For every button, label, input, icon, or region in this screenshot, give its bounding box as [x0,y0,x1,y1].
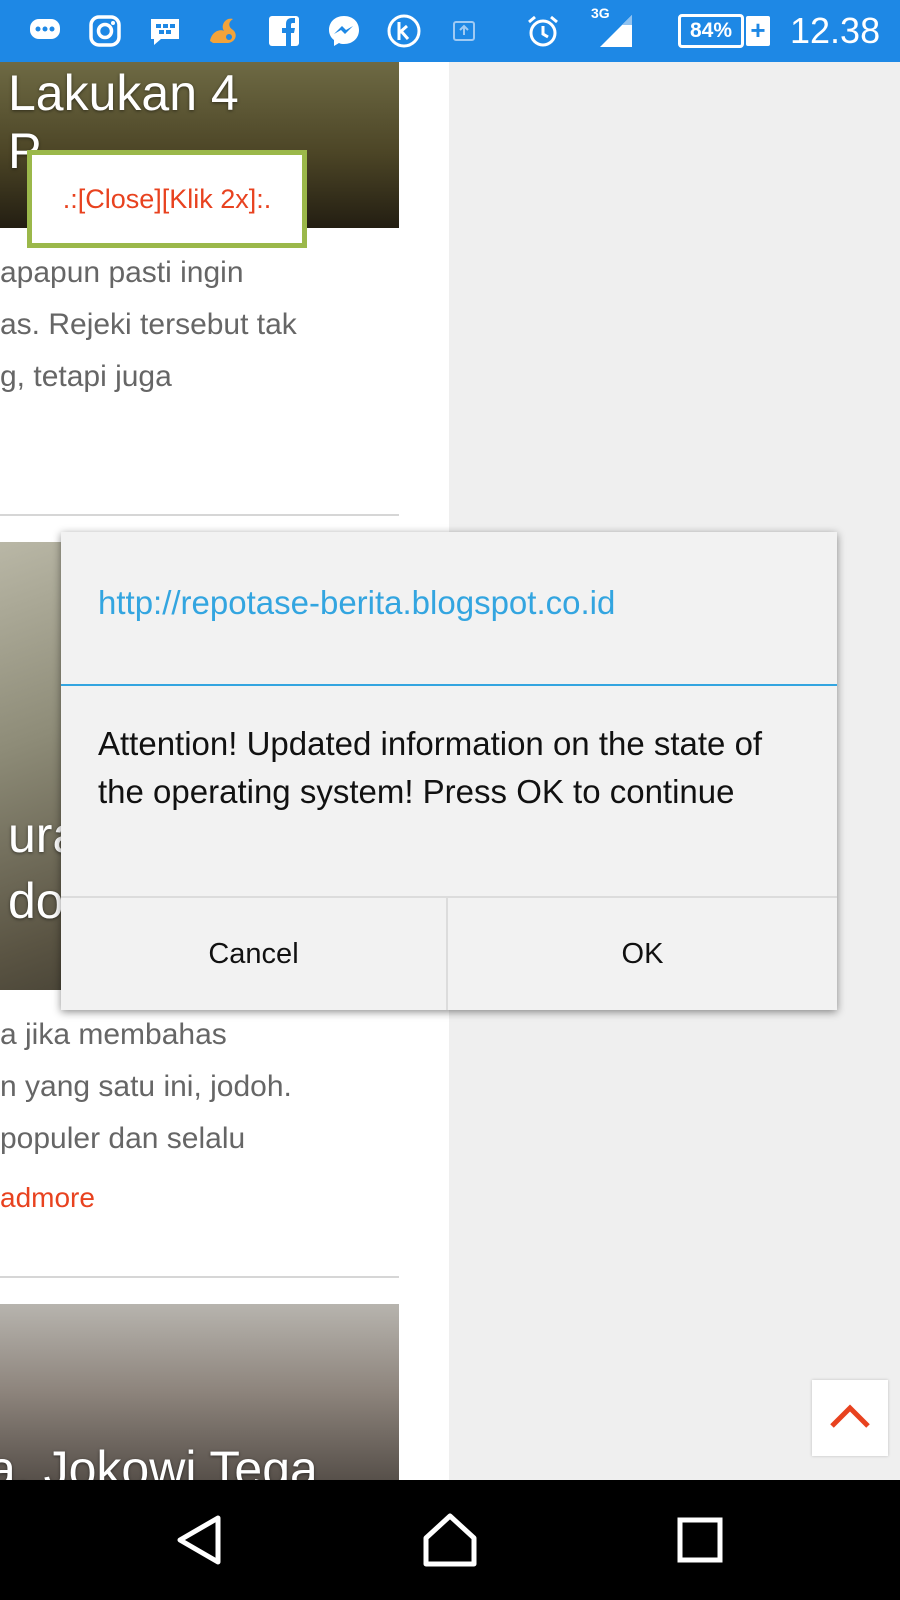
facebook-icon [266,13,302,49]
scroll-to-top-button[interactable] [812,1380,888,1456]
article-thumbnail[interactable]: a, Jokowi Tega [0,1304,399,1480]
chat-icon [27,13,63,49]
dialog-title: http://repotase-berita.blogspot.co.id [98,584,616,621]
dialog-message: Attention! Updated information on the st… [98,725,763,810]
signal-icon [598,13,634,49]
ok-button[interactable]: OK [449,898,836,1010]
status-bar: 3G 84% + 12.38 [0,0,900,62]
readmore-link[interactable]: admore [0,1182,95,1214]
chevron-up-icon [830,1404,870,1428]
dialog-button-bar: Cancel OK [61,896,837,1010]
battery-level: 84% [689,19,733,42]
messenger-icon [326,13,362,49]
article-title[interactable]: a, Jokowi Tega [0,1440,318,1480]
back-icon[interactable] [168,1508,232,1572]
instagram-icon [87,13,123,49]
article-excerpt: apapun pasti ingin as. Rejeki tersebut t… [0,256,297,393]
cancel-button[interactable]: Cancel [61,898,448,1010]
divider [0,514,399,516]
navigation-bar [0,1480,900,1600]
bbm-icon [147,13,183,49]
uc-browser-icon [205,13,241,49]
article-excerpt: a jika membahas n yang satu ini, jodoh. … [0,1018,292,1155]
upload-icon [446,13,482,49]
home-icon[interactable] [418,1508,482,1572]
charging-icon: + [746,16,770,46]
dialog-divider [61,684,837,686]
divider [0,1276,399,1278]
ad-close-button[interactable]: .:[Close][Klik 2x]:. [27,150,307,248]
alert-dialog: http://repotase-berita.blogspot.co.id At… [61,532,837,1010]
kik-icon [386,13,422,49]
recents-icon[interactable] [668,1508,732,1572]
clock: 12.38 [790,10,881,51]
battery-icon: 84% [678,14,744,48]
alarm-icon [525,13,561,49]
